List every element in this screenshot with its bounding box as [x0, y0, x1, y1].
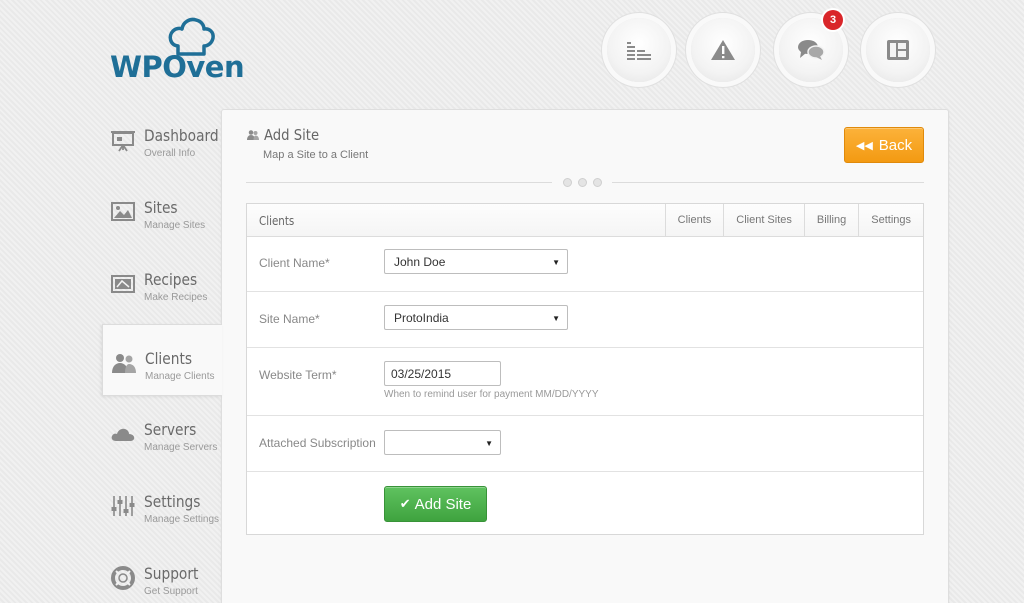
messages-badge: 3 — [823, 10, 843, 30]
sidebar-item-support[interactable]: Support Get Support — [102, 540, 222, 603]
tab-clients[interactable]: Clients — [664, 204, 724, 236]
website-term-row: Website Term* 03/25/2015 When to remind … — [247, 348, 923, 416]
back-button-label: Back — [878, 136, 913, 154]
website-term-input[interactable]: 03/25/2015 — [384, 361, 501, 386]
subscription-label: Attached Subscription — [259, 436, 376, 450]
website-term-value: 03/25/2015 — [391, 366, 452, 381]
sidebar-item-servers[interactable]: Servers Manage Servers — [102, 396, 222, 468]
image-icon — [111, 202, 135, 221]
website-term-hint: When to remind user for payment MM/DD/YY… — [384, 389, 599, 400]
sidebar-item-label: Sites — [144, 198, 178, 217]
sidebar-item-recipes[interactable]: Recipes Make Recipes — [102, 246, 222, 318]
client-name-value: John Doe — [394, 254, 446, 269]
sidebar-item-sublabel: Manage Settings — [144, 514, 220, 525]
sidebar-item-sublabel: Manage Sites — [144, 220, 206, 231]
page-subtitle: Map a Site to a Client — [263, 149, 369, 161]
brand-name: WPOven — [110, 50, 245, 84]
caret-down-icon: ▼ — [485, 439, 493, 448]
add-site-form: Clients Clients Client Sites Billing Set… — [246, 203, 924, 535]
sidebar-item-label: Recipes — [144, 270, 198, 289]
sidebar-item-label: Support — [144, 564, 199, 583]
subscription-row: Attached Subscription ▼ — [247, 416, 923, 472]
client-name-row: Client Name* John Doe ▼ — [247, 237, 923, 292]
card-tabs: Clients Client Sites Billing Settings — [664, 204, 923, 236]
client-name-label: Client Name* — [259, 256, 330, 270]
alerts-button[interactable] — [691, 18, 755, 82]
recipes-icon — [111, 275, 135, 293]
submit-row: ✔ Add Site — [247, 472, 923, 534]
tab-settings[interactable]: Settings — [858, 204, 923, 236]
sidebar-item-sublabel: Overall Info — [144, 148, 196, 159]
site-name-row: Site Name* ProtoIndia ▼ — [247, 292, 923, 348]
sidebar-item-label: Clients — [145, 349, 193, 368]
site-name-label: Site Name* — [259, 312, 320, 326]
sidebar-item-sites[interactable]: Sites Manage Sites — [102, 174, 222, 246]
card-header: Clients Clients Client Sites Billing Set… — [247, 204, 923, 237]
client-name-select[interactable]: John Doe ▼ — [384, 249, 568, 274]
subscription-select[interactable]: ▼ — [384, 430, 501, 455]
page-title: Add Site — [246, 126, 327, 144]
chat-icon — [798, 40, 825, 60]
website-term-label: Website Term* — [259, 368, 337, 382]
add-site-button[interactable]: ✔ Add Site — [384, 486, 487, 522]
back-button[interactable]: ◀◀ Back — [844, 127, 924, 163]
sidebar-item-settings[interactable]: Settings Manage Settings — [102, 468, 222, 540]
site-name-select[interactable]: ProtoIndia ▼ — [384, 305, 568, 330]
page-title-text: Add Site — [264, 126, 320, 144]
caret-down-icon: ▼ — [552, 258, 560, 267]
sidebar-item-sublabel: Get Support — [144, 586, 198, 597]
warning-icon — [711, 40, 735, 60]
layout-icon — [887, 40, 909, 60]
cloud-icon — [111, 428, 135, 441]
sidebar-item-sublabel: Make Recipes — [144, 292, 208, 303]
users-icon — [247, 130, 259, 140]
wpoven-logo[interactable]: WPOven — [108, 16, 248, 84]
sliders-icon — [111, 496, 135, 516]
sidebar-item-dashboard[interactable]: Dashboard Overall Info — [102, 102, 222, 174]
messages-button[interactable]: 3 — [779, 10, 843, 82]
caret-down-icon: ▼ — [552, 314, 560, 323]
lifebuoy-icon — [111, 566, 135, 590]
users-icon — [112, 354, 136, 373]
layout-button[interactable] — [866, 18, 930, 82]
step-dot — [592, 177, 602, 187]
check-icon: ✔ — [399, 496, 411, 511]
step-dot — [577, 177, 587, 187]
card-title: Clients — [259, 214, 295, 228]
double-chevron-left-icon: ◀◀ — [855, 139, 873, 152]
step-dot — [562, 177, 572, 187]
sidebar-item-clients[interactable]: Clients Manage Clients — [102, 324, 222, 396]
tab-client-sites[interactable]: Client Sites — [723, 204, 804, 236]
add-site-button-label: Add Site — [414, 495, 472, 513]
site-name-value: ProtoIndia — [394, 310, 449, 325]
finance-button[interactable] — [607, 18, 671, 82]
sidebar-item-label: Dashboard — [144, 126, 219, 145]
tab-billing[interactable]: Billing — [803, 204, 858, 236]
sidebar-item-label: Settings — [144, 492, 201, 511]
sidebar-item-sublabel: Manage Servers — [144, 442, 218, 453]
step-indicator — [552, 176, 612, 188]
coins-icon — [627, 42, 651, 60]
presentation-icon — [111, 131, 135, 152]
sidebar-item-sublabel: Manage Clients — [145, 371, 215, 382]
main-panel: Add Site Map a Site to a Client ◀◀ Back … — [221, 109, 949, 603]
sidebar-item-label: Servers — [144, 420, 197, 439]
